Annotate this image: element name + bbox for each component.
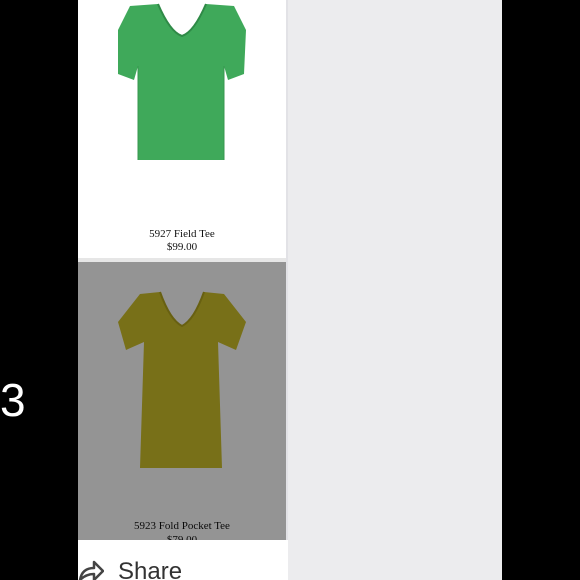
tshirt-green-image [118, 3, 246, 160]
viewport: { "products": [ {"name": "5927 Field Tee… [0, 0, 580, 580]
gallery-counter: 3 [0, 374, 26, 426]
product-price: $99.00 [166, 241, 198, 253]
share-bar[interactable]: Share [78, 540, 288, 580]
product-name[interactable]: 5927 Field Tee [78, 228, 286, 240]
product-card[interactable]: 5923 Fold Pocket Tee $79.00 [78, 262, 286, 546]
share-label[interactable]: Share [118, 558, 182, 580]
column-divider [286, 0, 288, 580]
app-screen: 5927 Field Tee $99.00 5923 Fold Pocket T… [78, 0, 502, 580]
product-card[interactable]: 5927 Field Tee $99.00 [78, 0, 286, 258]
selection-overlay [78, 262, 286, 540]
share-arrow-icon[interactable] [78, 560, 104, 580]
